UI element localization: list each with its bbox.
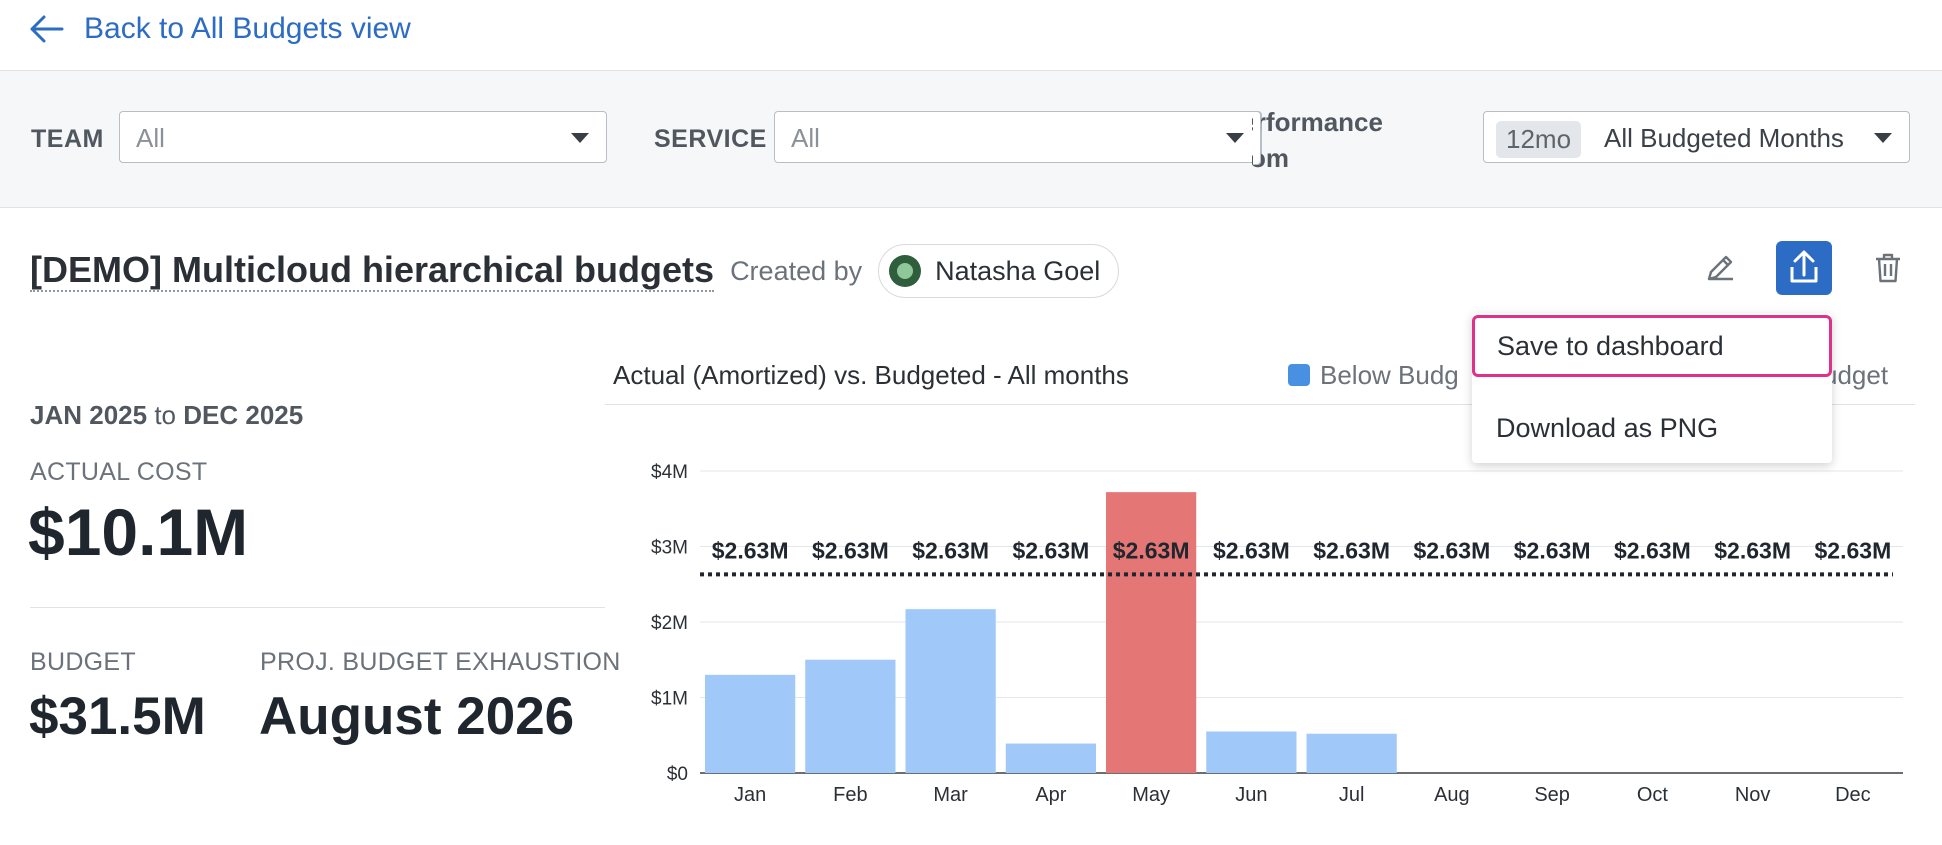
range-start: JAN 2025 [30,400,148,430]
share-button[interactable] [1776,241,1832,295]
upload-share-icon [1790,250,1818,283]
y-tick-label: $1M [651,689,688,710]
chevron-down-icon [571,133,589,143]
chevron-down-icon [1226,133,1244,143]
legend-swatch [1288,364,1310,386]
save-to-dashboard-item[interactable]: Save to dashboard [1472,315,1832,377]
x-tick-label: Jul [1339,784,1365,806]
legend-budget[interactable]: udget [1823,360,1888,391]
budget-data-label: $2.63M [1213,537,1290,563]
x-tick-label: May [1132,784,1170,806]
range-end: DEC 2025 [183,400,304,430]
y-tick-label: $0 [667,764,688,785]
budget-data-label: $2.63M [1815,537,1892,563]
divider [30,607,605,608]
x-tick-label: Jun [1235,784,1267,806]
x-tick-label: Sep [1534,784,1570,806]
budget-data-label: $2.63M [1514,537,1591,563]
x-tick-label: Mar [933,784,968,806]
owner-chip[interactable]: Natasha Goel [878,244,1120,298]
back-bar: Back to All Budgets view [0,0,1942,71]
bar-jan[interactable] [705,674,796,773]
arrow-left-icon [30,15,64,43]
budget-bar-chart: $2.63M $2.63M $2.63M $2.63M $2.63M $2.63M $2.6… [651,462,1903,806]
x-tick-label: Apr [1035,784,1066,806]
budget-data-label: $2.63M [1013,537,1090,563]
x-tick-label: Dec [1835,784,1871,806]
x-tick-label: Jan [734,784,766,806]
budget-value: $31.5M [29,687,206,746]
budget-data-label: $2.63M [712,537,789,563]
team-filter-label: TEAM [31,125,104,153]
performance-label-line2: From [1252,143,1289,173]
budget-header: [DEMO] Multicloud hierarchical budgets C… [30,244,1120,298]
back-to-budgets-link[interactable]: Back to All Budgets view [28,12,411,46]
performance-label: Performance From [1252,104,1432,176]
budget-label: BUDGET [30,648,136,676]
legend-below-budget[interactable]: Below Budg [1288,360,1459,391]
bar-apr[interactable] [1005,743,1096,773]
team-select-value: All [136,123,165,153]
trash-icon[interactable] [1872,251,1904,285]
owner-name: Natasha Goel [935,255,1101,286]
chevron-down-icon [1874,133,1892,143]
service-filter-label: SERVICE [654,125,767,153]
avatar [889,255,922,287]
budget-data-label: $2.63M [912,537,989,563]
period-select[interactable]: 12mo All Budgeted Months [1483,111,1910,163]
actual-cost-label: ACTUAL COST [30,458,208,486]
edit-pencil-icon[interactable] [1703,251,1737,285]
budget-title: [DEMO] Multicloud hierarchical budgets [30,249,715,292]
budget-data-label: $2.63M [812,537,889,563]
created-by-label: Created by [730,255,863,286]
exhaustion-label: PROJ. BUDGET EXHAUSTION [260,648,621,676]
range-to: to [154,400,176,430]
x-tick-label: Nov [1735,784,1771,806]
exhaustion-value: August 2026 [259,687,575,746]
y-tick-label: $3M [651,538,688,559]
bar-jun[interactable] [1206,731,1297,773]
service-select[interactable]: All [774,111,1262,163]
budget-data-label: $2.63M [1414,537,1491,563]
service-select-value: All [791,123,820,153]
bar-jul[interactable] [1306,733,1397,773]
back-link-label: Back to All Budgets view [84,12,411,45]
y-tick-label: $2M [651,613,688,634]
budget-data-label: $2.63M [1714,537,1791,563]
period-pill: 12mo [1496,121,1582,158]
y-tick-label: $4M [651,462,688,483]
date-range: JAN 2025 to DEC 2025 [30,400,303,431]
performance-label-line1: Performance [1252,107,1383,137]
x-tick-label: Oct [1637,784,1669,806]
chart-title: Actual (Amortized) vs. Budgeted - All mo… [613,360,1129,390]
budget-data-label: $2.63M [1614,537,1691,563]
filter-bar: TEAM All SERVICE All 12mo All Budgeted M… [0,71,1942,208]
budget-data-label: $2.63M [1313,537,1390,563]
x-tick-label: Feb [833,784,867,806]
actual-cost-value: $10.1M [28,495,249,569]
service-select-edge [1253,111,1261,165]
budget-data-label: $2.63M [1113,537,1190,563]
share-menu: Save to dashboard Download as PNG [1472,313,1832,463]
bar-feb[interactable] [805,659,896,773]
period-select-value: All Budgeted Months [1604,123,1844,153]
legend-below-label: Below Budg [1320,360,1459,390]
bar-may[interactable] [1106,492,1197,773]
team-select[interactable]: All [119,111,607,163]
download-png-item[interactable]: Download as PNG [1472,397,1832,459]
bar-mar[interactable] [905,609,996,773]
x-tick-label: Aug [1434,784,1470,806]
